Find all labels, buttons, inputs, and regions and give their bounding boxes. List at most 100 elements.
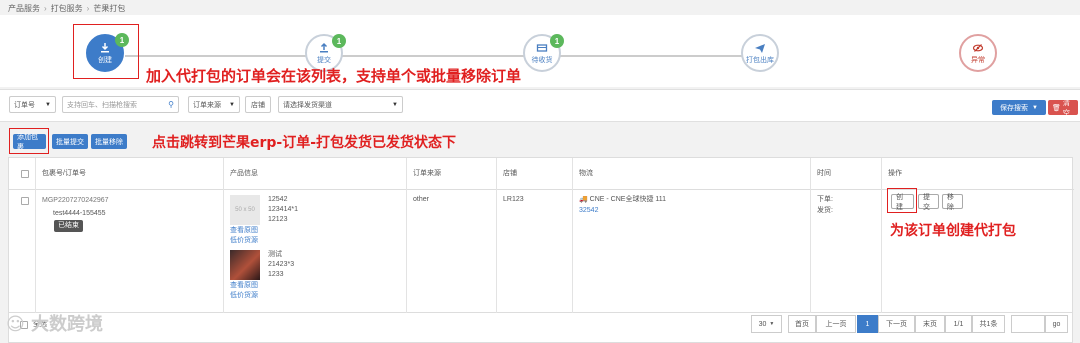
order-source-label: 订单来源: [193, 101, 221, 109]
remove-button[interactable]: 移除: [942, 194, 963, 211]
column-divider: [35, 158, 36, 314]
batch-submit-button[interactable]: 批量提交: [52, 134, 88, 149]
step-label: 打包出库: [746, 56, 774, 64]
product-line: 123414*1: [268, 206, 298, 213]
step-label: 创建: [98, 56, 112, 64]
watermark-text: 大数跨境: [31, 314, 104, 335]
last-page-button[interactable]: 末页: [915, 315, 945, 333]
column-divider: [496, 158, 497, 314]
breadcrumb-item: 芒果打包: [93, 4, 126, 13]
step-label: 待收货: [531, 56, 553, 64]
cheap-source-link[interactable]: 低价货源: [230, 236, 258, 246]
ship-time: 发货:: [817, 207, 833, 214]
table-header-row: [9, 158, 1074, 190]
step-count-badge: 1: [332, 34, 346, 48]
page-size-select[interactable]: 30 ▼: [751, 315, 782, 333]
go-button[interactable]: go: [1045, 315, 1068, 333]
prev-page-button[interactable]: 上一页: [816, 315, 856, 333]
save-search-label: 保存搜索: [1000, 104, 1029, 112]
shop-select[interactable]: 店铺: [245, 96, 271, 113]
caret-down-icon: ▼: [229, 101, 235, 108]
step-label: 异常: [971, 56, 985, 64]
column-divider: [572, 158, 573, 314]
step-label: 提交: [317, 56, 331, 64]
header-package-no: 包裹号/订单号: [42, 158, 86, 190]
add-package-button[interactable]: 添加包裹: [13, 134, 46, 151]
header-logistics: 物流: [579, 158, 593, 190]
search-placeholder: 支持回车、扫描枪搜索: [67, 101, 137, 109]
order-no-select[interactable]: 订单号 ▼: [9, 96, 56, 113]
caret-down-icon: ▼: [45, 101, 51, 108]
step-shipped[interactable]: 打包出库: [741, 34, 779, 72]
step-count-badge: 1: [115, 33, 129, 47]
view-image-link[interactable]: 查看原图: [230, 281, 258, 291]
save-search-button[interactable]: 保存搜索 ▼: [992, 100, 1046, 115]
caret-down-icon: ▼: [392, 101, 398, 108]
header-time: 时间: [817, 158, 831, 190]
channel-select[interactable]: 请选择发货渠道 ▼: [278, 96, 403, 113]
next-page-button[interactable]: 下一页: [878, 315, 915, 333]
caret-down-icon: ▼: [769, 321, 775, 327]
paper-plane-icon: [755, 43, 765, 53]
product-info: 测试 21423*3 1233: [268, 250, 294, 280]
breadcrumb-item[interactable]: 产品服务: [8, 4, 40, 13]
product-line: 12542: [268, 196, 288, 203]
column-divider: [810, 158, 811, 314]
current-page[interactable]: 1: [857, 315, 878, 333]
column-divider: [406, 158, 407, 314]
logistics-value: 🚚 CNE - CNE全球快捷 111: [579, 195, 666, 205]
row-checkbox[interactable]: [21, 197, 29, 205]
page-jump-input[interactable]: [1011, 315, 1045, 333]
tracking-no-link[interactable]: 32542: [579, 206, 598, 216]
breadcrumb-item[interactable]: 打包服务: [51, 4, 83, 13]
product-thumbnail[interactable]: 50 x 50: [230, 195, 260, 225]
step-count-badge: 1: [550, 34, 564, 48]
clear-button[interactable]: 🗑 清空: [1048, 99, 1078, 117]
header-operation: 操作: [888, 158, 902, 190]
total-count: 共1条: [972, 315, 1005, 333]
search-icon[interactable]: ⚲: [168, 100, 174, 109]
header-shop: 店铺: [503, 158, 517, 190]
box-icon: [536, 43, 548, 52]
search-input[interactable]: 支持回车、扫描枪搜索 ⚲: [62, 96, 179, 113]
upload-icon: [320, 42, 328, 52]
product-line: 21423*3: [268, 261, 295, 268]
watermark-logo: ☺ 大数跨境: [6, 310, 103, 336]
header-source: 订单来源: [413, 158, 441, 190]
caret-down-icon: ▼: [1032, 104, 1038, 111]
product-photo[interactable]: [230, 250, 260, 280]
batch-remove-button[interactable]: 批量移除: [91, 134, 127, 149]
page-size-value: 30: [758, 320, 767, 328]
column-divider: [881, 158, 882, 314]
create-button[interactable]: 创建: [891, 194, 914, 211]
order-no-select-label: 订单号: [14, 101, 35, 109]
breadcrumb: 产品服务 › 打包服务 › 芒果打包: [8, 4, 126, 13]
product-info: 12542 123414*1 12123: [268, 195, 298, 225]
shop-value: LR123: [503, 196, 524, 203]
truck-icon: 🚚: [579, 196, 590, 203]
select-all-checkbox-header[interactable]: [21, 170, 29, 178]
download-icon: [101, 42, 109, 52]
view-image-link[interactable]: 查看原图: [230, 226, 258, 236]
step-exception[interactable]: 异常: [959, 34, 997, 72]
package-no: MGP2207270242967: [42, 197, 109, 204]
cheap-source-link[interactable]: 低价货源: [230, 291, 258, 301]
header-product: 产品信息: [230, 158, 258, 190]
annotation-add-note: 点击跳转到芒果erp-订单-打包发货已发货状态下: [152, 135, 457, 151]
page-ratio: 1/1: [945, 315, 972, 333]
clear-label: 清空: [1062, 99, 1070, 117]
logistics-text: CNE - CNE全球快捷 111: [589, 196, 667, 203]
submit-button[interactable]: 提交: [918, 194, 939, 211]
order-no: test4444-155455: [53, 210, 106, 217]
order-source-select[interactable]: 订单来源 ▼: [188, 96, 240, 113]
annotation-create-note: 为该订单创建代打包: [890, 223, 1016, 239]
column-divider: [223, 158, 224, 314]
order-table: 包裹号/订单号 产品信息 订单来源 店铺 物流 时间 操作 MGP2207270…: [8, 157, 1074, 314]
order-time: 下单:: [817, 196, 833, 203]
annotation-list-note: 加入代打包的订单会在该列表，支持单个或批量移除订单: [146, 67, 522, 85]
product-line: 1233: [268, 271, 284, 278]
first-page-button[interactable]: 首页: [788, 315, 816, 333]
watermark-icon: ☺: [6, 314, 32, 335]
order-source-value: other: [413, 196, 429, 203]
stepper-track: [125, 55, 760, 57]
